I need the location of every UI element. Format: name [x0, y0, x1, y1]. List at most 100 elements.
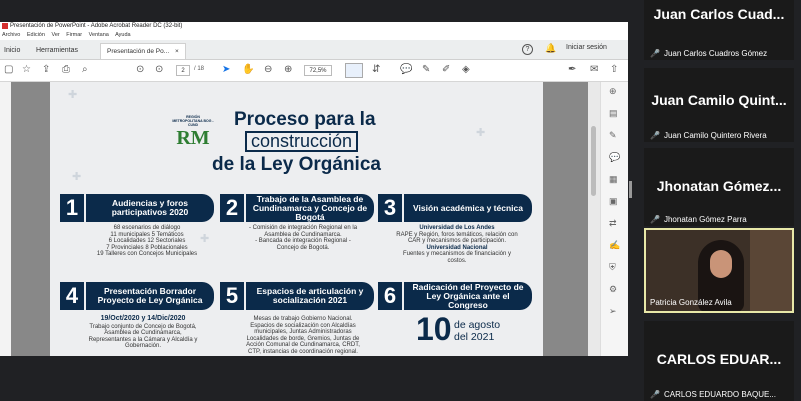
pdf-page: ✚ ✚ ✚ ✚ ✚ REGIÓN METROPOLITANA BOG - CUN…: [50, 82, 543, 356]
acrobat-window: Presentación de PowerPoint - Adobe Acrob…: [0, 22, 628, 356]
step-description: Mesas de trabajo Gobierno Nacional. Espa…: [228, 316, 378, 355]
date-day: 10: [416, 311, 452, 347]
send-icon[interactable]: ➢: [609, 306, 617, 317]
left-nav-strip[interactable]: [0, 82, 11, 356]
menu-edicion[interactable]: Edición: [27, 32, 45, 38]
search-icon[interactable]: ⌕: [82, 64, 88, 76]
participant-display-name: Juan Camilo Quint...: [651, 92, 787, 108]
scroll-mode-icon[interactable]: ⇵: [372, 64, 380, 76]
plus-deco-icon: ✚: [476, 127, 486, 139]
create-icon[interactable]: ▢: [4, 64, 13, 76]
desc-line: 19/Oct/2020 y 14/Dic/2020: [100, 315, 186, 322]
desc-line: Universidad de Los Andes: [419, 225, 495, 231]
step-description: 68 escenarios de diálogo 11 municipales …: [72, 225, 222, 258]
fit-page-button[interactable]: [345, 63, 363, 78]
print-icon[interactable]: ⎙: [62, 64, 70, 76]
participant-name: Juan Camilo Quintero Rivera: [663, 131, 767, 140]
participant-name-label: 🎤 Juan Carlos Cuadros Gómez: [650, 49, 767, 58]
tab-herramientas[interactable]: Herramientas: [36, 43, 78, 59]
email-icon[interactable]: ✉: [590, 64, 598, 76]
organize-pages-icon[interactable]: ▣: [609, 196, 618, 207]
close-tab-icon[interactable]: ×: [175, 48, 179, 55]
zoom-tool-icon[interactable]: ⊕: [609, 86, 617, 97]
date-year: del 2021: [454, 331, 495, 343]
participant-name-label: 🎤 Jhonatan Gómez Parra: [650, 215, 747, 224]
step-number: 1: [60, 194, 84, 222]
export-pdf-icon[interactable]: ▤: [609, 108, 618, 119]
participant-tile[interactable]: Juan Camilo Quint... 🎤 Juan Camilo Quinte…: [644, 68, 794, 142]
tab-document[interactable]: Presentación de Po... ×: [100, 43, 186, 59]
edit-pdf-icon[interactable]: ✎: [609, 130, 617, 141]
zoom-out-icon[interactable]: ⊖: [264, 64, 272, 76]
participant-name: Patricia González Avila: [650, 298, 732, 307]
mic-muted-icon: 🎤: [650, 390, 660, 399]
page-total: / 18: [194, 66, 205, 72]
panel-resize-handle[interactable]: [629, 181, 632, 198]
upload-icon[interactable]: ⇪: [42, 64, 50, 76]
window-title: Presentación de PowerPoint - Adobe Acrob…: [10, 23, 183, 29]
desc-line: costos.: [447, 257, 467, 264]
star-icon[interactable]: ☆: [22, 64, 31, 76]
menu-archivo[interactable]: Archivo: [2, 32, 20, 38]
page-up-icon[interactable]: ⊙: [136, 64, 144, 76]
zoom-in-icon[interactable]: ⊕: [284, 64, 292, 76]
scrollbar-thumb[interactable]: [591, 126, 596, 196]
participant-display-name: Juan Carlos Cuad...: [653, 6, 785, 22]
participant-tile[interactable]: CARLOS EDUAR... 🎤 CARLOS EDUARDO BAQUE...: [644, 321, 794, 401]
menu-firmar[interactable]: Firmar: [66, 32, 82, 38]
zoom-level-select[interactable]: 72,5%: [304, 65, 332, 76]
select-cursor-icon[interactable]: ➤: [222, 64, 230, 76]
protect-icon[interactable]: ⛨: [609, 262, 616, 273]
step-number: 4: [60, 282, 84, 310]
participant-video-tile[interactable]: Patricia González Avila: [644, 228, 794, 313]
step-title: Visión académica y técnica: [404, 194, 532, 222]
toolbar: ▢ ☆ ⇪ ⎙ ⌕ ⊙ ⊙ 2 / 18 ➤ ✋ ⊖ ⊕ 72,5% ⇵ 💬 ✎…: [0, 60, 628, 82]
combine-files-icon[interactable]: ▦: [609, 174, 618, 185]
plus-deco-icon: ✚: [72, 171, 82, 183]
step-number: 5: [220, 282, 244, 310]
fill-sign-icon[interactable]: ✍: [609, 240, 620, 251]
desc-line: Acción Comunal de Cundinamarca, CRDT,: [246, 342, 360, 348]
participant-tile[interactable]: Juan Carlos Cuad... 🎤 Juan Carlos Cuadros…: [644, 0, 794, 60]
plus-deco-icon: ✚: [68, 89, 78, 101]
menu-ventana[interactable]: Ventana: [89, 32, 109, 38]
participant-name: CARLOS EDUARDO BAQUE...: [663, 390, 776, 399]
share-icon[interactable]: ⇧: [610, 64, 618, 76]
tab-document-label: Presentación de Po...: [107, 48, 170, 55]
slide-title-line2: construcción: [245, 131, 359, 152]
draw-icon[interactable]: ✐: [442, 64, 450, 76]
tools-panel: ⊕ ▤ ✎ 💬 ▦ ▣ ⇄ ✍ ⛨ ⚙ ➢: [600, 82, 628, 356]
more-tools-icon[interactable]: ⚙: [609, 284, 617, 295]
notifications-icon[interactable]: 🔔: [545, 43, 556, 54]
step-title-text: Presentación Borrador Proyecto de Ley Or…: [97, 286, 203, 305]
stamp-icon[interactable]: ◈: [462, 64, 470, 76]
comment-tool-icon[interactable]: 💬: [609, 152, 620, 163]
participant-name-label: 🎤 CARLOS EDUARDO BAQUE...: [650, 390, 776, 399]
logo-text: REGIÓN METROPOLITANA BOG - CUND: [172, 115, 214, 127]
menu-ver[interactable]: Ver: [51, 32, 59, 38]
convert-icon[interactable]: ⇄: [609, 218, 617, 229]
region-logo: REGIÓN METROPOLITANA BOG - CUND RM: [172, 115, 214, 155]
date-month: de agosto: [454, 319, 501, 331]
sign-in-link[interactable]: Iniciar sesión: [566, 44, 607, 51]
highlight-icon[interactable]: ✎: [422, 64, 430, 76]
tab-inicio[interactable]: Inicio: [4, 43, 20, 59]
desc-line: Universidad Nacional: [426, 244, 488, 251]
menu-ayuda[interactable]: Ayuda: [115, 32, 131, 38]
step-title: Audiencias y foros participativos 2020: [86, 194, 214, 222]
page-number-input[interactable]: 2: [176, 65, 190, 76]
comment-icon[interactable]: 💬: [400, 64, 412, 76]
participant-tile[interactable]: Jhonatan Gómez... 🎤 Jhonatan Gómez Parra: [644, 148, 794, 226]
page-down-icon[interactable]: ⊙: [155, 64, 163, 76]
desc-line: Fuentes y mecanismos de financiación y: [402, 251, 512, 257]
acrobat-icon: [2, 23, 8, 29]
help-icon[interactable]: ?: [522, 44, 533, 55]
document-area: ✚ ✚ ✚ ✚ ✚ REGIÓN METROPOLITANA BOG - CUN…: [0, 82, 628, 356]
step-number: 2: [220, 194, 244, 222]
title-bar: Presentación de PowerPoint - Adobe Acrob…: [0, 22, 628, 31]
vertical-scrollbar[interactable]: [588, 82, 600, 356]
hand-tool-icon[interactable]: ✋: [242, 64, 254, 76]
mic-muted-icon: 🎤: [650, 49, 660, 58]
tab-bar: Inicio Herramientas Presentación de Po..…: [0, 40, 628, 60]
sign-icon[interactable]: ✒: [568, 64, 576, 76]
